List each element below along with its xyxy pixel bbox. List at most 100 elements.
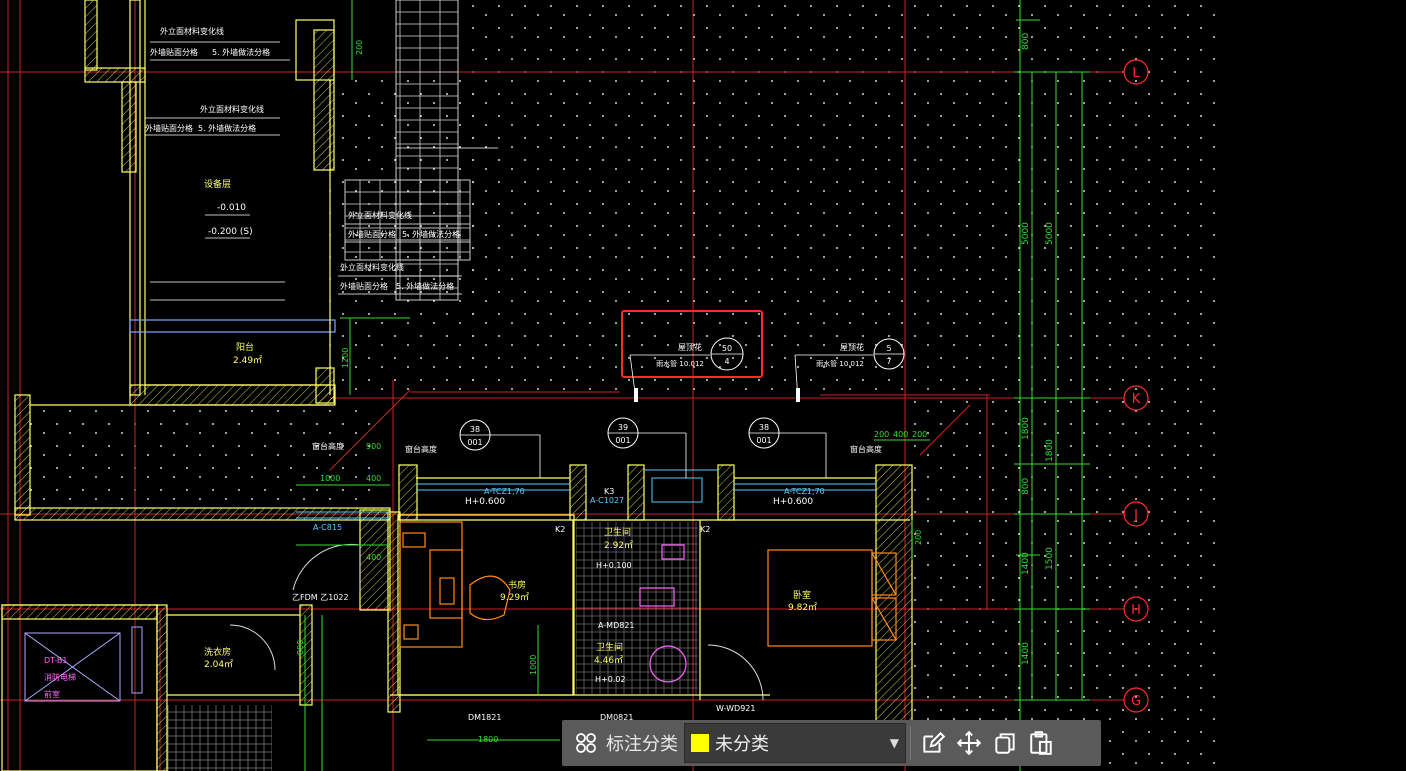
elevation-h4: H+0.02 [595,675,626,684]
elevation-h2: H+0.600 [773,497,813,507]
note-window-right: 窗台高度 [850,444,882,454]
elevator-box [24,626,143,702]
dim-200-top: 200 [355,40,364,55]
dim-900: 900 [366,442,381,451]
callout-r-top: 5 [886,344,891,353]
category-select[interactable]: 未分类 ▼ [684,723,906,763]
callout-r-title: 屋顶花 [840,342,864,352]
door-tag-4: A-MD821 [598,621,635,630]
k3-tag: K3 [604,487,614,496]
dim-1500: 1500 [1045,547,1055,570]
window-tag-3: A-TCZ1,70 [784,487,825,496]
room-bedroom-label: 卧室 [793,589,811,601]
fdm-tag: 乙FDM 乙1022 [292,593,349,602]
room-laundry-area: 2.04㎡ [204,659,233,670]
axis-label-K: K [1132,392,1141,407]
detail-ref-2-bot: 001 [615,436,630,445]
room-bedroom-area: 9.82㎡ [788,602,817,613]
note-right-5: 外墙贴面分格 [340,281,388,291]
room-laundry-label: 洗衣房 [204,646,231,658]
detail-ref-3-top: 38 [759,423,769,432]
note-window-left: 窗台高度 [405,444,437,454]
note-top-1: 外立面材料变化线 [160,26,224,36]
category-select-value: 未分类 [715,734,769,755]
note-right-3: 5. 外墙做法分格 [402,229,460,239]
stair-note-2: 前室 [44,689,60,699]
dim-1000-b: 1000 [529,655,538,675]
roof-planting-area-right [910,400,1220,771]
copy-button[interactable] [987,725,1023,761]
dim-200-c: 200 [914,530,923,545]
category-color-swatch [691,734,709,752]
dim-200-b: 200 [912,430,927,439]
dim-1800-b: 1800 [1045,439,1055,462]
dim-1400-b: 1400 [1021,642,1031,665]
detail-ref-3[interactable]: 38 001 [748,417,827,478]
detail-ref-2[interactable]: 39 001 [607,417,687,478]
room-balcony-area: 2.49㎡ [233,355,262,366]
dim-400-b: 400 [366,553,381,562]
room-study-label: 书房 [508,579,526,591]
note-right-6: 5. 外墙做法分格 [396,281,454,291]
room-bath-label: 卫生间 [604,526,631,538]
axis-label-L: L [1132,66,1140,81]
paste-icon [1030,731,1052,755]
k2-tag: K2 [555,525,565,534]
toolbar-divider [910,726,911,760]
axis-label-H: H [1131,603,1141,618]
callout-ref-top: 50 [722,344,732,353]
paste-button[interactable] [1023,725,1059,761]
door-tag-3: W-WD921 [716,704,756,713]
category-grid-button[interactable] [568,725,604,761]
room-study-area: 9.29㎡ [500,592,529,603]
edit-icon [923,731,946,753]
room-bath-area: 2.92㎡ [604,540,633,551]
callout-title: 屋顶花 [678,342,702,352]
edit-button[interactable] [915,725,951,761]
note-right-2: 外墙贴面分格 [348,229,396,239]
dim-1800: 1800 [1021,417,1031,440]
copy-icon [995,733,1015,754]
detail-ref-1[interactable]: 38 001 [459,419,541,478]
move-arrows-icon [956,730,982,756]
stair-tag: DT-B1 [44,656,68,665]
dim-5000-b: 5000 [1045,222,1055,245]
axis-label-G: G [1131,694,1141,709]
dim-5000: 5000 [1021,222,1031,245]
study-furniture [399,521,511,648]
callout-ref-bot: 4 [724,357,729,366]
k2-tag-b: K2 [700,525,710,534]
grid-four-icon [576,733,596,753]
note-right-1: 外立面材料变化线 [348,210,412,220]
axis-label-J: J [1133,508,1138,523]
move-button[interactable] [951,725,987,761]
detail-ref-1-top: 38 [470,425,480,434]
callout-r-bot: 7 [886,357,891,366]
room-wc-area: 4.46㎡ [594,655,623,666]
walls-top-left [84,0,336,406]
dim-1800-bottom: 1800 [478,735,498,744]
dim-800-top: 800 [1021,33,1031,50]
detail-ref-2-top: 39 [618,423,628,432]
elevation-1: -0.010 [217,203,246,213]
stair-hatch [167,705,272,771]
dim-1200: 1200 [341,348,350,368]
cad-drawing-canvas[interactable]: L K J H G 5000 5000 1800 1800 800 1400 1… [0,0,1406,771]
window-tag-4: A-C1027 [590,496,624,505]
dim-800-left: 800 [296,640,305,655]
door-tag-1: DM1821 [468,713,501,722]
dim-200: 200 [874,430,889,439]
note-right-4: 外立面材料变化线 [340,262,404,272]
roof-planting-area [470,0,1220,400]
dim-400-c: 400 [893,430,908,439]
callout-r-sub: 雨水管 10.012 [816,359,864,368]
elevation-h1: H+0.600 [465,497,505,507]
window-tag-1: A-C815 [313,523,342,532]
room-balcony-label: 阳台 [236,341,254,353]
note-mid-1: 外立面材料变化线 [200,104,264,114]
window-tag-2: A-TCZ1,70 [484,487,525,496]
room-wc-label: 卫生间 [596,641,623,653]
detail-ref-3-bot: 001 [756,436,771,445]
dim-800: 800 [1021,478,1031,495]
elevation-2: -0.200 (S) [208,227,253,237]
